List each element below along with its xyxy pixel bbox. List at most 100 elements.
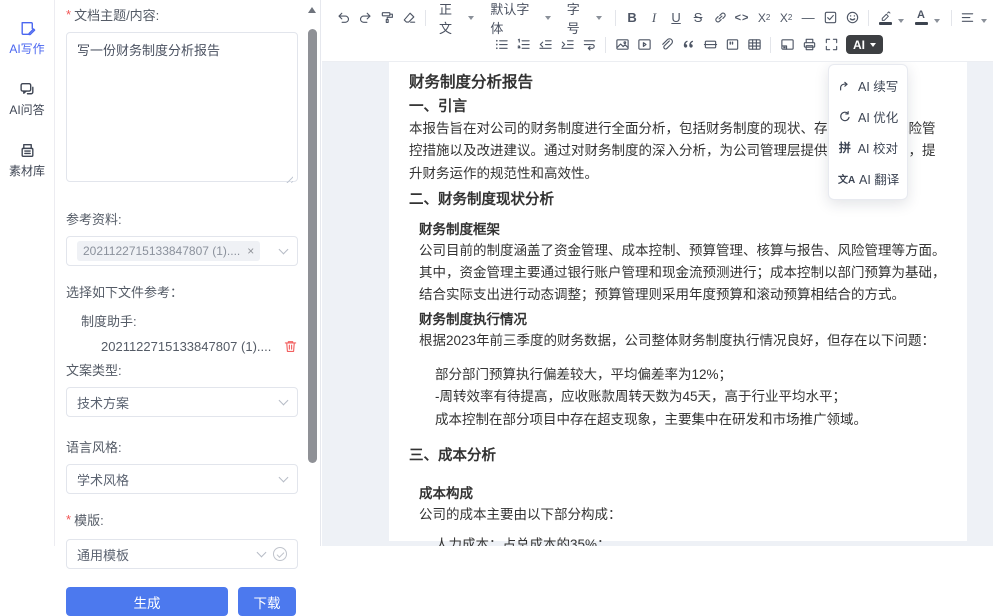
line-break-icon[interactable] [578,34,600,56]
type-select[interactable]: 技术方案 [66,387,298,417]
app-nav: AI写作 AI问答 素材库 [0,0,55,546]
chevron-down-icon[interactable] [898,19,904,23]
generate-button[interactable]: 生成 [66,587,228,616]
indent-decrease-icon[interactable] [534,34,556,56]
doc-list-item: 人力成本：占总成本的35%； [435,534,947,546]
continue-writing-icon [838,79,852,93]
format-painter-icon[interactable] [376,7,398,29]
font-family-select[interactable]: 默认字体 [482,7,558,29]
panel-scrollbar [304,0,321,546]
page-setup-icon[interactable] [776,34,798,56]
menu-item-ai-proofread[interactable]: 拼 AI 校对 [829,132,907,163]
doc-list-item: -周转效率有待提高，应收账款周转天数为45天，高于行业平均水平； [435,386,947,408]
horizontal-rule-icon[interactable]: — [797,7,819,29]
sidebar-item-library[interactable]: 素材库 [0,142,54,179]
optimize-icon [838,110,852,124]
reference-label: 参考资料: [66,209,296,228]
doc-subheading: 成本构成 [419,483,947,504]
ai-writing-form: * 文档主题/内容: 写一份财务制度分析报告 参考资料: 20211227151… [56,0,304,546]
bold-icon[interactable]: B [621,7,643,29]
font-color-icon[interactable]: A [910,7,932,29]
code-block-icon[interactable] [721,34,743,56]
chat-icon [19,81,36,98]
delete-file-icon[interactable] [283,339,298,354]
indent-increase-icon[interactable] [556,34,578,56]
video-icon[interactable] [633,34,655,56]
chevron-down-icon [279,395,289,405]
reference-file-row: 2021122715133847807 (1).... [101,339,298,354]
editor-content: 财务制度分析报告 一、引言 本报告旨在对公司的财务制度进行全面分析，包括财务制度… [322,62,993,546]
ai-menu-button[interactable]: AI [846,35,883,54]
highlight-color-icon[interactable] [874,7,896,29]
doc-paragraph: 根据2023年前三季度的财务数据，公司整体财务制度执行情况良好，但存在以下问题： [419,330,947,352]
library-icon [19,142,36,159]
scrollbar-thumb[interactable] [308,29,317,463]
menu-item-ai-continue[interactable]: AI 续写 [829,70,907,101]
underline-icon[interactable]: U [665,7,687,29]
sidebar-item-ai-qa[interactable]: AI问答 [0,81,54,118]
chevron-down-icon [870,43,876,47]
doc-subheading: 财务制度执行情况 [419,309,947,330]
image-icon[interactable] [611,34,633,56]
status-circle-icon [273,547,287,561]
doc-paragraph: 公司的成本主要由以下部分构成： [419,504,947,526]
style-select[interactable]: 学术风格 [66,464,298,494]
link-icon[interactable] [709,7,731,29]
sidebar-item-label: AI问答 [9,101,44,118]
ai-dropdown-menu: AI 续写 AI 优化 拼 AI 校对 文A AI 翻译 [828,64,908,200]
doc-heading: 三、成本分析 [409,445,947,467]
tag-remove-icon[interactable]: × [247,244,254,258]
sidebar-item-label: 素材库 [9,162,45,179]
print-icon[interactable] [798,34,820,56]
style-label: 语言风格: [66,437,296,456]
font-size-select[interactable]: 字号 [559,7,610,29]
type-label: 文案类型: [66,360,296,379]
menu-item-ai-optimize[interactable]: AI 优化 [829,101,907,132]
translate-icon: 文A [838,171,853,186]
sidebar-item-ai-writing[interactable]: AI写作 [0,20,54,57]
editor-area: 正文 默认字体 字号 B I U S <> X2 X2 — [322,0,993,546]
topic-label: * 文档主题/内容: [66,5,296,24]
reference-select[interactable]: 2021122715133847807 (1).... × [66,236,298,266]
chevron-down-icon[interactable] [934,19,940,23]
download-button[interactable]: 下载 [238,587,296,616]
required-marker: * [66,7,71,22]
bullet-list-icon[interactable] [490,34,512,56]
chevron-down-icon [596,16,602,20]
divider-icon[interactable] [699,34,721,56]
table-icon[interactable] [743,34,765,56]
fullscreen-icon[interactable] [820,34,842,56]
template-label: * 模版: [66,510,296,529]
attachment-icon[interactable] [655,34,677,56]
paragraph-style-select[interactable]: 正文 [431,7,482,29]
chevron-down-icon [468,16,474,20]
topic-input[interactable]: 写一份财务制度分析报告 [66,32,298,182]
blockquote-icon[interactable] [677,34,699,56]
assistant-label: 制度助手: [81,311,296,330]
required-marker: * [66,512,71,527]
scroll-up-icon[interactable] [308,7,316,13]
chevron-down-icon [257,547,267,557]
align-icon[interactable] [957,7,979,29]
chevron-down-icon [279,472,289,482]
task-list-icon[interactable] [819,7,841,29]
template-select[interactable]: 通用模板 [66,539,298,569]
strikethrough-icon[interactable]: S [687,7,709,29]
reference-tag: 2021122715133847807 (1).... × [77,241,260,261]
emoji-icon[interactable] [841,7,863,29]
redo-icon[interactable] [354,7,376,29]
eraser-icon[interactable] [398,7,420,29]
doc-subheading: 财务制度框架 [419,219,947,240]
superscript-icon[interactable]: X2 [775,7,797,29]
file-section-label: 选择如下文件参考： [66,282,296,301]
chevron-down-icon [545,16,551,20]
chevron-down-icon [279,244,289,254]
inline-code-icon[interactable]: <> [731,7,753,29]
subscript-icon[interactable]: X2 [753,7,775,29]
chevron-down-icon[interactable] [981,19,987,23]
doc-list-item: 部分部门预算执行偏差较大，平均偏差率为12%； [435,364,947,386]
menu-item-ai-translate[interactable]: 文A AI 翻译 [829,163,907,194]
ordered-list-icon[interactable] [512,34,534,56]
italic-icon[interactable]: I [643,7,665,29]
undo-icon[interactable] [332,7,354,29]
